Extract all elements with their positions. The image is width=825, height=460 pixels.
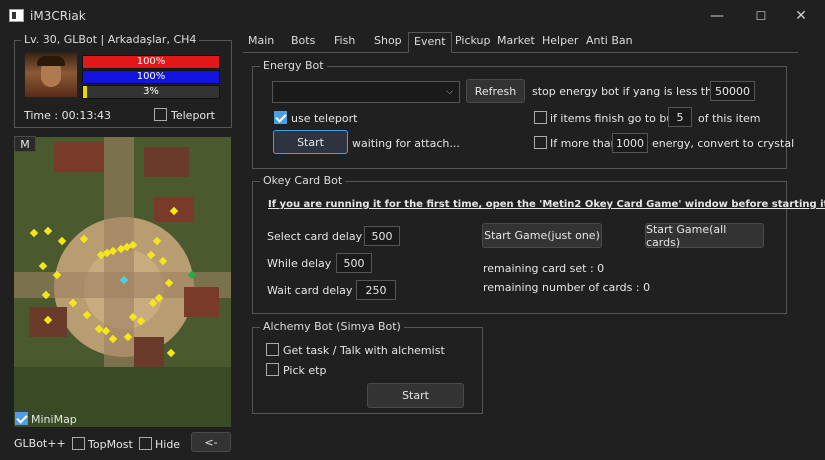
alchemy-bot-title: Alchemy Bot (Simya Bot) bbox=[260, 320, 404, 333]
app-icon bbox=[9, 9, 24, 22]
get-task-label: Get task / Talk with alchemist bbox=[283, 344, 445, 357]
energy-status: waiting for attach... bbox=[352, 137, 460, 150]
okey-notice: If you are running it for the first time… bbox=[268, 199, 825, 210]
map-marker bbox=[57, 236, 67, 246]
close-button[interactable]: ✕ bbox=[779, 0, 823, 32]
building bbox=[134, 337, 164, 367]
building bbox=[144, 147, 189, 177]
target-select[interactable]: ⌵ bbox=[272, 81, 460, 103]
tab-market[interactable]: Market bbox=[497, 34, 535, 52]
okey-bot-title: Okey Card Bot bbox=[260, 174, 346, 187]
m-button[interactable]: M bbox=[14, 136, 36, 152]
pick-etp-label: Pick etp bbox=[283, 364, 327, 377]
hide-label: Hide bbox=[155, 438, 181, 451]
pick-etp-checkbox[interactable] bbox=[266, 363, 279, 376]
select-delay-label: Select card delay : bbox=[267, 230, 370, 243]
character-portrait bbox=[24, 52, 78, 98]
wait-delay-label: Wait card delay : bbox=[267, 284, 360, 297]
title-bar: iM3CRiak — ☐ ✕ bbox=[0, 0, 825, 32]
yang-input[interactable]: 50000 bbox=[710, 81, 755, 101]
tab-helper[interactable]: Helper bbox=[542, 34, 578, 52]
convert-crystal-checkbox[interactable] bbox=[534, 136, 547, 149]
hide-checkbox[interactable] bbox=[139, 437, 152, 450]
building bbox=[184, 287, 219, 317]
energy-suffix: energy, convert to crystal bbox=[652, 137, 795, 150]
use-teleport-checkbox[interactable] bbox=[274, 111, 287, 124]
start-all-games-button[interactable]: Start Game(all cards) bbox=[645, 223, 764, 249]
tab-event[interactable]: Event bbox=[408, 32, 452, 53]
alchemy-start-button[interactable]: Start bbox=[367, 383, 464, 408]
tab-shop[interactable]: Shop bbox=[374, 34, 402, 52]
exp-fill bbox=[83, 86, 88, 98]
topmost-label: TopMost bbox=[88, 438, 133, 451]
teleport-label: Teleport bbox=[171, 109, 215, 122]
map-marker bbox=[166, 348, 176, 358]
items-count-input[interactable]: 5 bbox=[668, 107, 692, 127]
play-time: Time : 00:13:43 bbox=[24, 109, 112, 122]
tab-anti-ban[interactable]: Anti Ban bbox=[586, 34, 633, 52]
use-teleport-label: use teleport bbox=[291, 112, 358, 125]
remaining-card-set: remaining card set : 0 bbox=[483, 262, 605, 275]
items-finish-checkbox[interactable] bbox=[534, 111, 547, 124]
tab-bots[interactable]: Bots bbox=[291, 34, 315, 52]
select-delay-input[interactable]: 500 bbox=[364, 226, 400, 246]
map-marker bbox=[29, 228, 39, 238]
items-finish-label: if items finish go to buy bbox=[550, 112, 680, 125]
maximize-button[interactable]: ☐ bbox=[739, 0, 783, 32]
energy-amount-input[interactable]: 1000 bbox=[612, 133, 648, 153]
refresh-button[interactable]: Refresh bbox=[466, 79, 525, 103]
energy-bot-title: Energy Bot bbox=[260, 59, 327, 72]
collapse-button[interactable]: <- bbox=[191, 432, 231, 452]
yang-label: stop energy bot if yang is less than bbox=[532, 85, 726, 98]
character-header: Lv. 30, GLBot | Arkadaşlar, CH4 bbox=[21, 33, 200, 46]
minimap-label: MiniMap bbox=[31, 413, 77, 426]
hp-bar: 100% bbox=[82, 55, 220, 69]
minimize-button[interactable]: — bbox=[695, 0, 739, 32]
teleport-checkbox[interactable] bbox=[154, 108, 167, 121]
building bbox=[54, 142, 104, 172]
energy-start-button[interactable]: Start bbox=[273, 130, 348, 154]
exp-bar: 3% bbox=[82, 85, 220, 99]
more-than-label: If more than bbox=[550, 137, 618, 150]
minimap-image[interactable] bbox=[14, 137, 231, 427]
tab-bar-line bbox=[243, 52, 798, 53]
map-marker bbox=[38, 261, 48, 271]
minimap-checkbox[interactable] bbox=[15, 412, 28, 425]
mp-bar: 100% bbox=[82, 70, 220, 84]
chevron-down-icon: ⌵ bbox=[446, 87, 453, 97]
while-delay-input[interactable]: 500 bbox=[336, 253, 372, 273]
remaining-cards: remaining number of cards : 0 bbox=[483, 281, 651, 294]
items-suffix: of this item bbox=[698, 112, 761, 125]
map-marker bbox=[43, 226, 53, 236]
tab-main[interactable]: Main bbox=[248, 34, 274, 52]
wait-delay-input[interactable]: 250 bbox=[356, 280, 396, 300]
get-task-checkbox[interactable] bbox=[266, 343, 279, 356]
topmost-checkbox[interactable] bbox=[72, 437, 85, 450]
while-delay-label: While delay : bbox=[267, 257, 339, 270]
tab-fish[interactable]: Fish bbox=[334, 34, 355, 52]
brand-label: GLBot++ bbox=[14, 437, 66, 450]
start-one-game-button[interactable]: Start Game(just one) bbox=[482, 223, 602, 248]
tab-pickup[interactable]: Pickup bbox=[455, 34, 490, 52]
window-title: iM3CRiak bbox=[30, 9, 86, 23]
exp-text: 3% bbox=[143, 86, 159, 97]
